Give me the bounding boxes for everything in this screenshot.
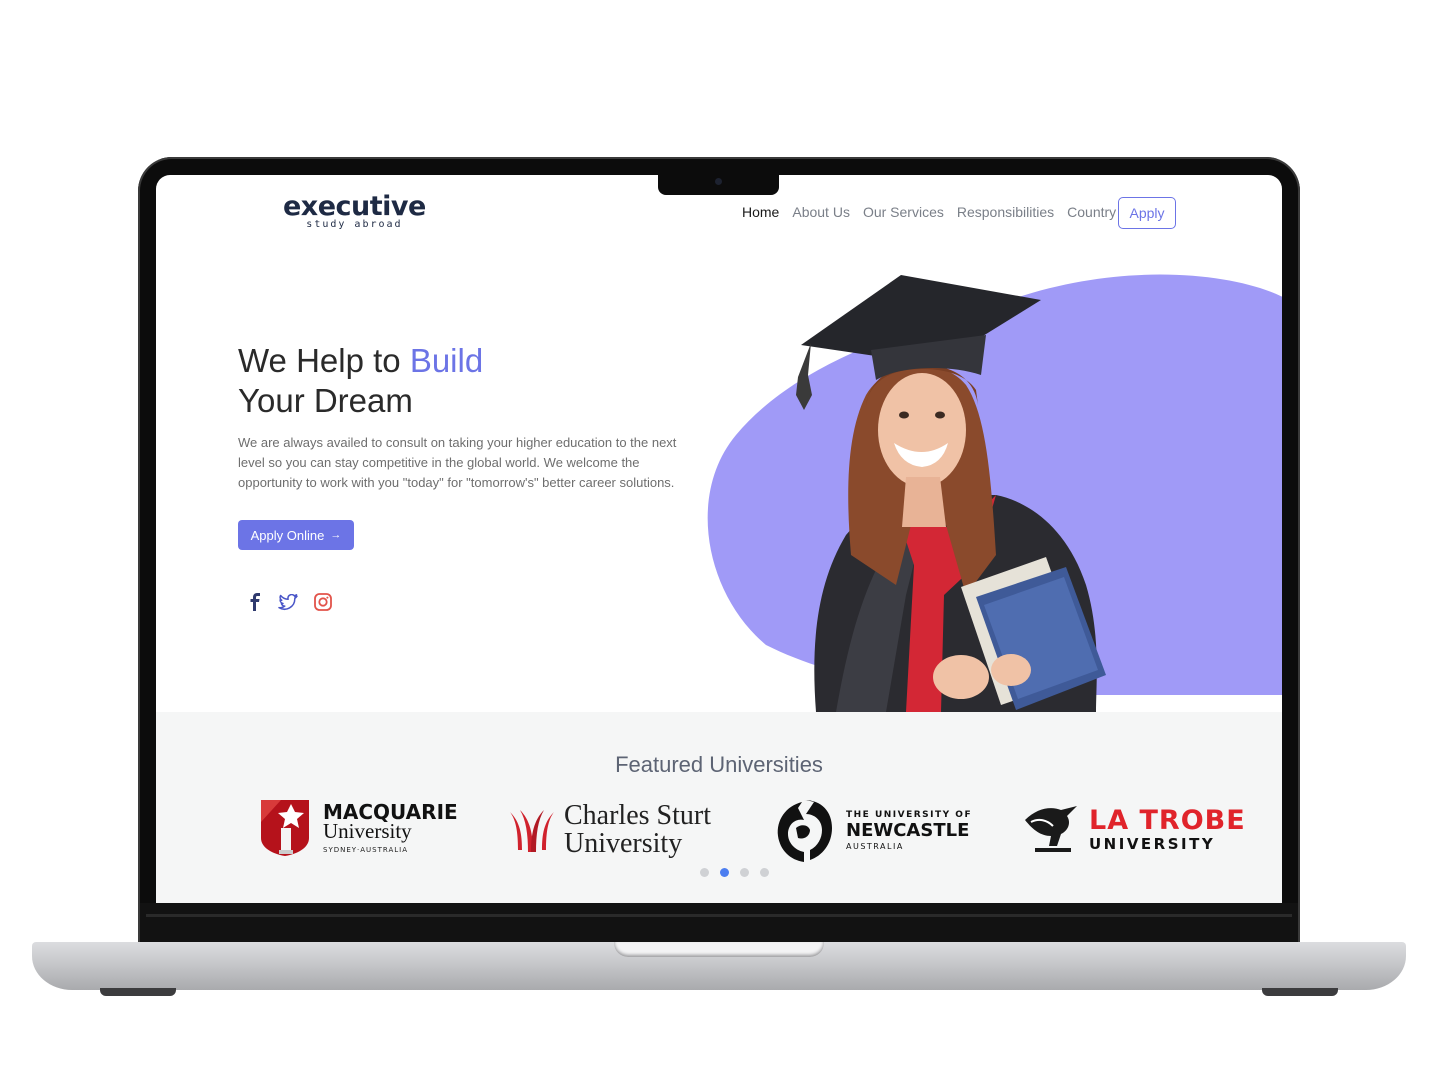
apply-button[interactable]: Apply xyxy=(1118,197,1176,229)
newcastle-country: AUSTRALIA xyxy=(846,842,904,851)
newcastle-university-logo[interactable]: THE UNIVERSITY OF NEWCASTLE AUSTRALIA xyxy=(774,798,972,864)
charles-sturt-name: Charles Sturt xyxy=(564,800,711,831)
laptop-opening-notch xyxy=(614,942,824,957)
facebook-icon[interactable] xyxy=(248,593,262,611)
apply-online-label: Apply Online xyxy=(250,527,325,543)
nav-item-country[interactable]: Country xyxy=(1067,204,1116,220)
laptop-hinge xyxy=(146,914,1292,917)
camera-notch xyxy=(658,175,779,195)
macquarie-university-logo[interactable]: MACQUARIE University SYDNEY·AUSTRALIA xyxy=(261,800,458,856)
nav-item-responsibilities[interactable]: Responsibilities xyxy=(957,204,1054,220)
hero-title-accent: Build xyxy=(409,342,484,379)
carousel-dot-active[interactable] xyxy=(720,868,729,877)
la-trobe-eagle-icon xyxy=(1025,806,1077,852)
la-trobe-university-label: UNIVERSITY xyxy=(1089,834,1216,853)
la-trobe-name: LA TROBE xyxy=(1089,804,1246,836)
laptop-foot xyxy=(1262,988,1338,996)
carousel-dot[interactable] xyxy=(700,868,709,877)
apply-online-button[interactable]: Apply Online → xyxy=(238,520,354,550)
camera-icon xyxy=(715,178,722,185)
hero-title-plain: We Help to xyxy=(238,342,410,379)
newcastle-prefix: THE UNIVERSITY OF xyxy=(846,810,973,820)
nav-item-about-us[interactable]: About Us xyxy=(792,204,850,220)
newcastle-seahorse-icon xyxy=(777,800,832,862)
hero-description: We are always availed to consult on taki… xyxy=(238,435,677,490)
hero-title: We Help to Build Your Dream xyxy=(238,341,483,421)
nav-item-our-services[interactable]: Our Services xyxy=(863,204,944,220)
macquarie-shield-icon xyxy=(261,800,309,856)
nav-item-home[interactable]: Home xyxy=(742,204,779,220)
arrow-right-icon: → xyxy=(330,529,342,541)
featured-universities-section: Featured Universities MACQUARIE Universi… xyxy=(156,712,1282,903)
charles-sturt-university-logo[interactable]: Charles Sturt University xyxy=(508,802,711,858)
macquarie-university-label: University xyxy=(323,819,412,843)
charles-sturt-flame-icon xyxy=(510,810,554,852)
hero-graduate-image xyxy=(707,274,1282,712)
twitter-icon[interactable] xyxy=(278,593,298,611)
laptop-foot xyxy=(100,988,176,996)
social-links xyxy=(248,593,332,611)
brand-name: executive xyxy=(283,191,426,222)
main-nav: Home About Us Our Services Responsibilit… xyxy=(742,204,1116,220)
featured-title: Featured Universities xyxy=(615,752,823,777)
macquarie-location: SYDNEY·AUSTRALIA xyxy=(323,846,409,854)
carousel-indicators xyxy=(700,868,769,877)
carousel-dot[interactable] xyxy=(760,868,769,877)
charles-sturt-university-label: University xyxy=(564,828,683,859)
instagram-icon[interactable] xyxy=(314,593,332,611)
laptop-chin xyxy=(140,903,1298,943)
hero-title-line2: Your Dream xyxy=(238,382,413,419)
carousel-dot[interactable] xyxy=(740,868,749,877)
brand-logo[interactable]: executive study abroad xyxy=(283,193,426,230)
la-trobe-university-logo[interactable]: LA TROBE UNIVERSITY xyxy=(1021,802,1246,856)
website-screen: executive study abroad Home About Us Our… xyxy=(156,175,1282,903)
newcastle-name: NEWCASTLE xyxy=(846,820,970,841)
